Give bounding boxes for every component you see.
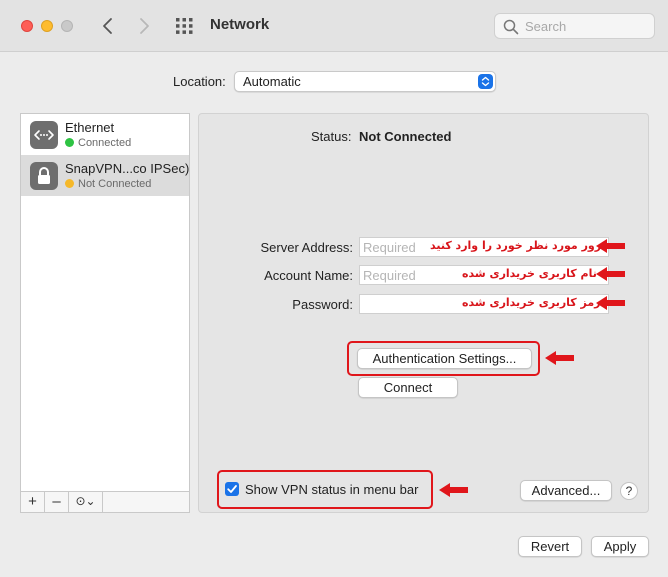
add-service-button[interactable]: +: [21, 492, 45, 512]
search-icon: [503, 19, 519, 35]
zoom-window-button[interactable]: [61, 20, 73, 32]
status-dot-icon: [65, 138, 74, 147]
service-action-menu-button[interactable]: ⊙⌄: [69, 492, 103, 512]
grid-icon: [176, 18, 193, 34]
network-preferences-window: Network Location: Automatic: [0, 0, 668, 577]
location-value: Automatic: [243, 74, 301, 89]
annotation-arrow-icon: [596, 239, 625, 253]
window-title: Network: [210, 16, 270, 33]
service-toolbar: + – ⊙⌄: [21, 491, 189, 512]
forward-button[interactable]: [133, 14, 155, 38]
service-item-vpn[interactable]: SnapVPN...co IPSec) Not Connected: [21, 155, 189, 196]
service-list: Ethernet Connected SnapVPN...co IPSec) N…: [20, 113, 190, 513]
search-field[interactable]: [494, 13, 655, 39]
account-name-label: Account Name:: [264, 268, 353, 283]
highlight-box: [217, 470, 433, 509]
show-all-button[interactable]: [175, 17, 195, 35]
close-window-button[interactable]: [21, 20, 33, 32]
highlight-box: [347, 341, 540, 376]
password-label: Password:: [292, 297, 353, 312]
service-status: Not Connected: [65, 178, 151, 190]
annotation-arrow-icon: [596, 267, 625, 281]
title-bar: Network: [0, 0, 668, 52]
annotation-arrow-icon: [545, 351, 574, 365]
password-input[interactable]: [363, 296, 463, 312]
minimize-window-button[interactable]: [41, 20, 53, 32]
location-label: Location:: [173, 74, 226, 89]
status-label: Status:: [311, 129, 352, 144]
server-address-note: سرور مورد نظر خورد را وارد کنید: [430, 239, 613, 252]
service-item-ethernet[interactable]: Ethernet Connected: [21, 114, 189, 155]
chevron-left-icon: [103, 18, 112, 34]
back-button[interactable]: [97, 14, 119, 38]
status-value: Not Connected: [359, 129, 452, 144]
help-button[interactable]: ?: [620, 482, 638, 500]
server-address-label: Server Address:: [260, 240, 354, 255]
password-note: رمز کاربری خریداری شده: [462, 296, 601, 309]
location-select[interactable]: Automatic: [234, 71, 496, 92]
account-name-input[interactable]: [363, 267, 463, 283]
service-status: Connected: [65, 137, 131, 149]
up-down-chevron-icon: [481, 76, 490, 87]
advanced-button[interactable]: Advanced...: [520, 480, 612, 501]
annotation-arrow-icon: [596, 296, 625, 310]
location-stepper[interactable]: [478, 74, 493, 89]
annotation-arrow-icon: [439, 483, 468, 497]
search-input[interactable]: [525, 17, 650, 35]
service-name: SnapVPN...co IPSec): [65, 161, 190, 176]
revert-button[interactable]: Revert: [518, 536, 582, 557]
lock-icon: [30, 162, 58, 190]
account-name-note: نام کاربری خریداری شده: [462, 267, 597, 280]
service-name: Ethernet: [65, 120, 115, 135]
connect-button[interactable]: Connect: [358, 377, 458, 398]
ethernet-icon: [30, 121, 58, 149]
remove-service-button[interactable]: –: [45, 492, 69, 512]
chevron-right-icon: [140, 18, 149, 34]
apply-button[interactable]: Apply: [591, 536, 649, 557]
status-dot-icon: [65, 179, 74, 188]
